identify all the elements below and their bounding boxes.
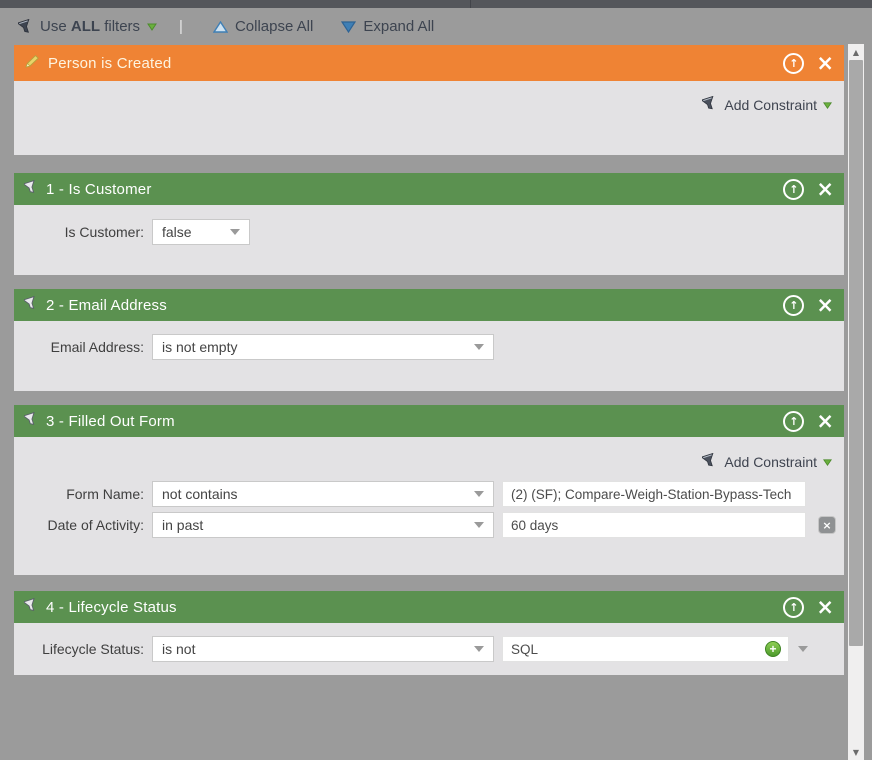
panel-header-filled-out-form[interactable]: 3 - Filled Out Form ↑ × (14, 405, 844, 437)
panel-filled-out-form: 3 - Filled Out Form ↑ × Add Constraint F… (14, 405, 844, 575)
operator-dropdown[interactable]: is not empty (152, 334, 494, 360)
panel-title: 2 - Email Address (46, 296, 167, 314)
move-up-icon[interactable]: ↑ (783, 294, 805, 316)
add-constraint-caret-icon (823, 101, 832, 109)
filter-toolbar: Use ALL filters | Collapse All Expand Al… (0, 8, 872, 45)
filters-mode-caret-icon (147, 23, 157, 31)
chevron-down-icon[interactable] (798, 646, 808, 652)
panel-is-customer: 1 - Is Customer ↑ × Is Customer: false (14, 173, 844, 275)
panel-title: 4 - Lifecycle Status (46, 598, 177, 616)
toolbar-separator: | (179, 18, 183, 35)
close-icon[interactable]: × (816, 596, 834, 618)
panel-person-is-created: Person is Created ↑ × Add Constraint (14, 45, 844, 155)
collapse-all-icon (212, 20, 228, 33)
collapse-all-button[interactable]: Collapse All (212, 18, 314, 35)
panel-body: Lifecycle Status: is not + (14, 623, 844, 675)
panel-body: Add Constraint Form Name: not contains D… (14, 437, 844, 575)
filter-funnel-icon (22, 179, 38, 199)
panel-email-address: 2 - Email Address ↑ × Email Address: is … (14, 289, 844, 391)
field-label: Date of Activity: (47, 517, 144, 533)
panel-header-lifecycle-status[interactable]: 4 - Lifecycle Status ↑ × (14, 591, 844, 623)
operator-dropdown[interactable]: not contains (152, 481, 494, 507)
operator-dropdown[interactable]: false (152, 219, 250, 245)
dropdown-value: is not empty (162, 339, 238, 355)
panel-lifecycle-status: 4 - Lifecycle Status ↑ × Lifecycle Statu… (14, 591, 844, 675)
expand-all-button[interactable]: Expand All (341, 18, 434, 35)
scrollbar-up-icon[interactable]: ▲ (848, 44, 864, 60)
collapse-all-label: Collapse All (234, 18, 314, 35)
filter-funnel-icon (22, 411, 38, 431)
chevron-down-icon (474, 522, 484, 528)
top-strip-divider (470, 0, 471, 8)
scrollbar-down-icon[interactable]: ▼ (848, 744, 864, 760)
field-label: Is Customer: (64, 224, 144, 240)
add-constraint-button[interactable]: Add Constraint (14, 81, 844, 114)
close-icon[interactable]: × (816, 410, 834, 432)
panel-body: Add Constraint (14, 81, 844, 155)
panel-title: 1 - Is Customer (46, 180, 152, 198)
form-name-input[interactable] (502, 481, 806, 507)
expand-all-icon (341, 20, 357, 33)
close-icon[interactable]: × (816, 178, 834, 200)
field-label: Email Address: (50, 339, 144, 355)
use-all-filters-control[interactable]: Use ALL filters (18, 18, 157, 35)
filter-funnel-icon (18, 18, 33, 35)
add-value-icon[interactable]: + (765, 641, 781, 657)
lifecycle-status-value-input[interactable] (502, 636, 789, 662)
move-up-icon[interactable]: ↑ (783, 410, 805, 432)
add-constraint-caret-icon (823, 458, 832, 466)
dropdown-value: in past (162, 517, 204, 533)
move-up-icon[interactable]: ↑ (783, 596, 805, 618)
dropdown-value: false (162, 224, 192, 240)
dropdown-value: is not (162, 641, 196, 657)
panel-body: Is Customer: false (14, 205, 844, 275)
filter-funnel-icon (22, 295, 38, 315)
add-constraint-icon (700, 95, 717, 114)
dropdown-value: not contains (162, 486, 238, 502)
add-constraint-label: Add Constraint (724, 454, 817, 470)
filter-funnel-icon (22, 597, 38, 617)
add-constraint-icon (700, 452, 717, 471)
operator-dropdown[interactable]: is not (152, 636, 494, 662)
chevron-down-icon (474, 646, 484, 652)
add-constraint-label: Add Constraint (724, 97, 817, 113)
vertical-scrollbar[interactable]: ▲ ▼ (848, 44, 864, 760)
field-label: Lifecycle Status: (42, 641, 144, 657)
pencil-icon (24, 54, 40, 73)
panel-title: 3 - Filled Out Form (46, 412, 175, 430)
operator-dropdown[interactable]: in past (152, 512, 494, 538)
panel-header-email-address[interactable]: 2 - Email Address ↑ × (14, 289, 844, 321)
filter-list: Person is Created ↑ × Add Constraint 1 -… (14, 45, 844, 675)
use-all-filters-label: Use ALL filters (40, 18, 141, 35)
chevron-down-icon (474, 344, 484, 350)
date-of-activity-input[interactable] (502, 512, 806, 538)
close-icon[interactable]: × (816, 52, 834, 74)
expand-all-label: Expand All (363, 18, 435, 35)
chevron-down-icon (474, 491, 484, 497)
clear-icon[interactable]: × (818, 516, 836, 534)
panel-body: Email Address: is not empty (14, 321, 844, 391)
add-constraint-button[interactable]: Add Constraint (14, 437, 844, 471)
panel-title: Person is Created (48, 54, 172, 72)
chevron-down-icon (230, 229, 240, 235)
panel-header-person-is-created[interactable]: Person is Created ↑ × (14, 45, 844, 81)
move-up-icon[interactable]: ↑ (783, 178, 805, 200)
panel-header-is-customer[interactable]: 1 - Is Customer ↑ × (14, 173, 844, 205)
move-up-icon[interactable]: ↑ (783, 52, 805, 74)
top-window-strip (0, 0, 872, 8)
scrollbar-thumb[interactable] (849, 60, 863, 646)
field-label: Form Name: (66, 486, 144, 502)
close-icon[interactable]: × (816, 294, 834, 316)
